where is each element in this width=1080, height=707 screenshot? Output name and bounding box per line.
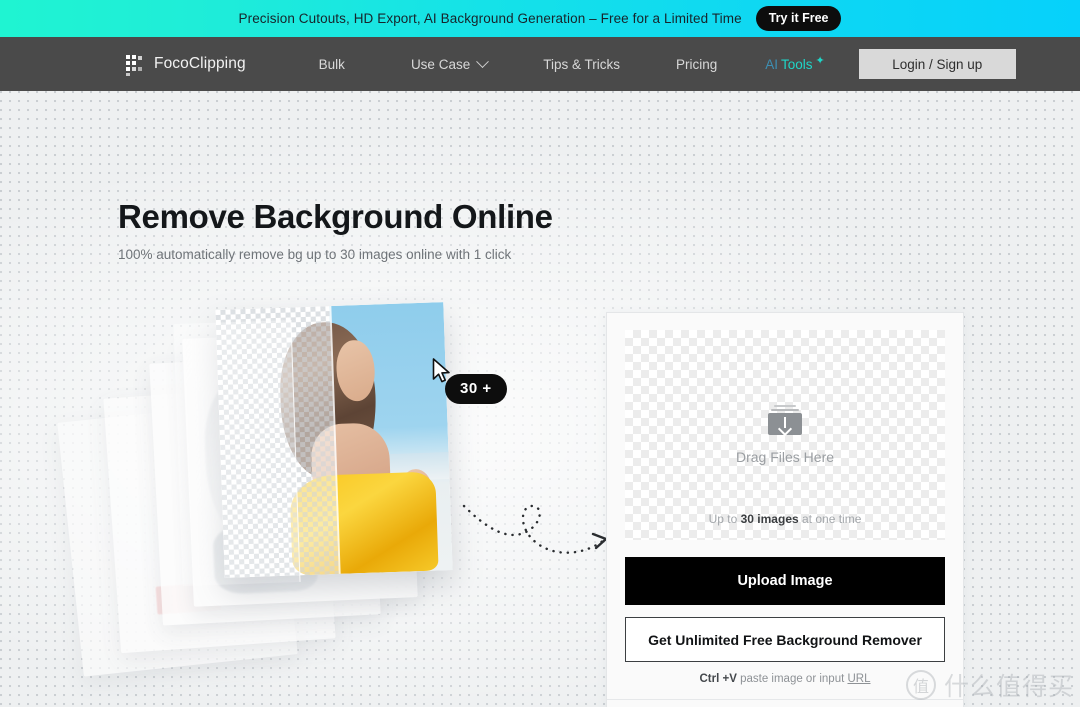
login-signup-button[interactable]: Login / Sign up [858, 49, 1016, 79]
page-subtitle: 100% automatically remove bg up to 30 im… [118, 247, 512, 262]
ai-tools-prefix: AI [765, 56, 779, 72]
promo-banner: Precision Cutouts, HD Export, AI Backgro… [0, 0, 1080, 37]
upload-panel: Drag Files Here Up to 30 images at one t… [606, 312, 964, 707]
paste-hint-shortcut: Ctrl +V [699, 673, 737, 685]
upload-image-button[interactable]: Upload Image [625, 557, 945, 605]
file-dropzone[interactable]: Drag Files Here Up to 30 images at one t… [625, 330, 945, 540]
nav-item-tips-tricks[interactable]: Tips & Tricks [543, 57, 620, 72]
image-count-badge: 30 + [445, 374, 507, 404]
hero-illustration: 30 + [57, 302, 608, 706]
nav-links: Bulk Use Case Tips & Tricks Pricing AI T… [319, 49, 1016, 79]
fococlipping-logo-icon [126, 54, 143, 76]
chevron-down-icon [476, 54, 490, 68]
navigation-bar: FocoClipping Bulk Use Case Tips & Tricks… [0, 37, 1080, 91]
page-title: Remove Background Online [118, 198, 553, 235]
limit-strong: 30 images [740, 512, 799, 526]
nav-item-pricing[interactable]: Pricing [676, 57, 717, 72]
dropzone-label: Drag Files Here [735, 449, 835, 465]
dotted-arrow-icon [460, 496, 620, 571]
nav-item-tips-tricks-label: Tips & Tricks [543, 56, 620, 72]
get-unlimited-remover-button[interactable]: Get Unlimited Free Background Remover [625, 617, 945, 662]
nav-item-bulk[interactable]: Bulk [319, 57, 345, 72]
limit-suffix: at one time [798, 512, 862, 526]
main-content: Remove Background Online 100% automatica… [0, 91, 1080, 707]
nav-item-pricing-label: Pricing [675, 56, 718, 72]
brand-name: FocoClipping [154, 55, 246, 72]
sparkle-icon: ✦ [815, 54, 825, 67]
promo-banner-text: Precision Cutouts, HD Export, AI Backgro… [238, 11, 742, 26]
sample-images-section: No images? Try one of these: bonton [607, 699, 963, 707]
try-it-free-button[interactable]: Try it Free [755, 6, 842, 31]
nav-item-use-case-label: Use Case [410, 56, 471, 72]
limit-prefix: Up to [708, 512, 741, 526]
hero-photo-card [215, 302, 453, 578]
hero-copy: Remove Background Online 100% automatica… [118, 198, 553, 262]
paste-hint-text: paste image or input [736, 673, 848, 685]
upload-tray-icon [768, 405, 802, 437]
paste-url-link[interactable]: URL [847, 673, 870, 685]
ai-tools-label: Tools [781, 56, 813, 72]
page-root: Precision Cutouts, HD Export, AI Backgro… [0, 0, 1080, 707]
dropzone-limit-note: Up to 30 images at one time [625, 512, 945, 526]
nav-item-bulk-label: Bulk [318, 56, 345, 72]
nav-item-ai-tools[interactable]: AI Tools ✦ [765, 54, 825, 72]
brand-logo[interactable]: FocoClipping [126, 54, 246, 76]
nav-item-use-case[interactable]: Use Case [410, 54, 490, 72]
paste-hint: Ctrl +V paste image or input URL [607, 673, 963, 685]
